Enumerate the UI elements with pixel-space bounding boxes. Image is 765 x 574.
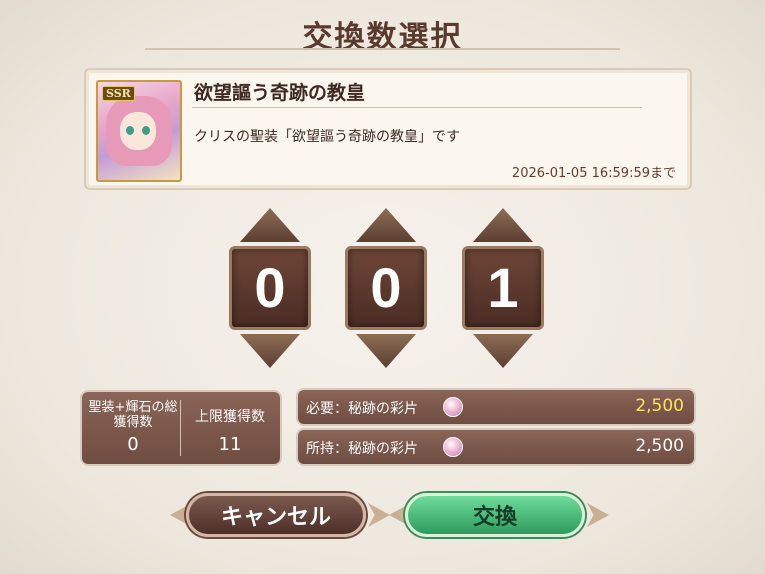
digit-ones: 1: [462, 208, 544, 368]
increment-arrow-icon[interactable]: [240, 208, 300, 242]
decrement-arrow-icon[interactable]: [356, 334, 416, 368]
sacrament-fragment-icon: [443, 397, 463, 417]
card-divider: [192, 107, 642, 108]
limit-label: 上限獲得数: [195, 409, 265, 425]
owned-value: 2,500: [635, 436, 684, 456]
cancel-button[interactable]: キャンセル: [186, 493, 366, 537]
required-value: 2,500: [635, 396, 684, 416]
digit-hundreds: 0: [229, 208, 311, 368]
owned-row: 所持：秘跡の彩片 2,500: [296, 428, 696, 466]
item-thumbnail[interactable]: SSR: [96, 80, 182, 182]
exchange-button[interactable]: 交換: [405, 493, 585, 537]
item-description: クリスの聖装「欲望謳う奇跡の教皇」です: [194, 129, 460, 145]
required-label: 必要：秘跡の彩片: [306, 401, 418, 417]
decrement-arrow-icon[interactable]: [473, 334, 533, 368]
decrement-arrow-icon[interactable]: [240, 334, 300, 368]
sacrament-fragment-icon: [443, 437, 463, 457]
item-card: SSR 欲望謳う奇跡の教皇 クリスの聖装「欲望謳う奇跡の教皇」です 2026-0…: [84, 68, 692, 190]
item-name: 欲望謳う奇跡の教皇: [194, 82, 366, 104]
digit-value: 1: [487, 256, 519, 319]
digit-tens: 0: [345, 208, 427, 368]
acquisition-stats: 聖装+輝石の総獲得数 0 上限獲得数 11: [80, 390, 282, 466]
stats-divider: [180, 400, 181, 456]
character-eye: [126, 126, 134, 135]
digit-value: 0: [370, 256, 402, 319]
limit-value: 11: [218, 434, 242, 455]
rarity-badge: SSR: [102, 86, 135, 101]
owned-label: 所持：秘跡の彩片: [306, 441, 418, 457]
total-acquired-value: 0: [127, 434, 139, 455]
required-cost-row: 必要：秘跡の彩片 2,500: [296, 388, 696, 426]
increment-arrow-icon[interactable]: [356, 208, 416, 242]
title-divider: [145, 48, 620, 50]
character-eye: [142, 126, 150, 135]
digit-value: 0: [254, 256, 286, 319]
item-deadline: 2026-01-05 16:59:59まで: [511, 166, 676, 181]
total-acquired-label: 聖装+輝石の総獲得数: [88, 400, 178, 430]
increment-arrow-icon[interactable]: [473, 208, 533, 242]
